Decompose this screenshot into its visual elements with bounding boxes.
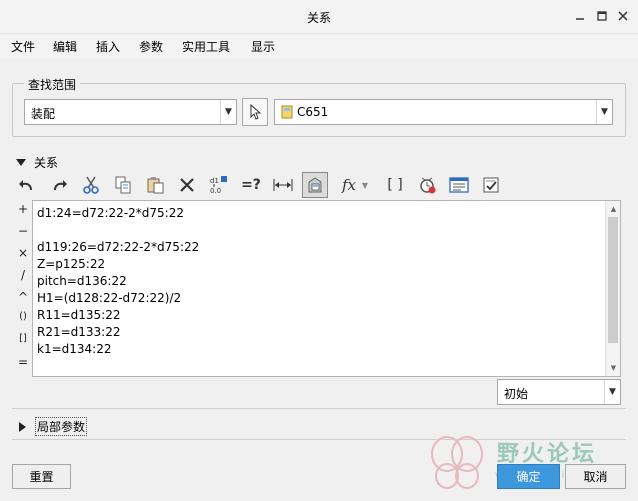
scroll-up-icon[interactable]: ▲	[606, 202, 621, 216]
expand-triangle-icon	[19, 421, 26, 432]
local-params-toggle[interactable]: 局部参数	[19, 417, 88, 436]
reset-button[interactable]: 重置	[12, 464, 71, 489]
chevron-down-icon[interactable]: ▼	[358, 172, 372, 198]
operator-equals[interactable]: =	[14, 355, 32, 369]
minimize-icon[interactable]	[573, 9, 587, 23]
operator-brackets[interactable]: []	[14, 333, 32, 344]
relation-line[interactable]: pitch=d136:22	[37, 274, 127, 288]
menu-insert[interactable]: 插入	[96, 38, 120, 55]
relations-editor[interactable]: d1:24=d72:22-2*d75:22 d119:26=d72:22-2*d…	[32, 200, 621, 377]
relation-line[interactable]: d1:24=d72:22-2*d75:22	[37, 206, 184, 220]
menu-display[interactable]: 显示	[251, 38, 275, 55]
scope-type-select[interactable]: 装配 ▼	[24, 99, 237, 125]
relations-header: 关系	[34, 156, 59, 170]
scope-legend: 查找范围	[24, 76, 81, 93]
operator-parentheses[interactable]: ()	[14, 311, 32, 322]
local-params-header: 局部参数	[35, 417, 88, 436]
butterfly-logo-icon	[431, 436, 483, 489]
select-arrow-button[interactable]	[242, 98, 268, 126]
window-title: 关系	[306, 11, 331, 25]
collapse-triangle-icon	[16, 158, 26, 166]
dimension-icon[interactable]	[270, 172, 296, 198]
scope-model-select[interactable]: C651 ▼	[274, 99, 613, 125]
relation-line[interactable]: H1=(d128:22-d72:22)/2	[37, 291, 181, 305]
check-icon[interactable]	[478, 172, 504, 198]
operator-power[interactable]: ^	[14, 290, 32, 304]
divider	[12, 439, 626, 440]
divider	[12, 408, 626, 409]
relations-section-toggle[interactable]: 关系	[16, 154, 58, 171]
verify-icon[interactable]	[414, 172, 440, 198]
show-dims-icon[interactable]	[302, 172, 328, 198]
close-icon[interactable]	[616, 9, 630, 23]
paste-icon[interactable]	[142, 172, 168, 198]
copy-icon[interactable]	[110, 172, 136, 198]
operator-plus[interactable]: +	[14, 202, 32, 216]
scope-model-value: C651	[297, 105, 329, 119]
scroll-down-icon[interactable]: ▼	[606, 361, 621, 375]
delete-icon[interactable]	[174, 172, 200, 198]
undo-icon[interactable]	[14, 172, 40, 198]
svg-text:d1: d1	[210, 177, 219, 185]
toggle-values-icon[interactable]: d1 0.0	[206, 172, 232, 198]
operator-minus[interactable]: −	[14, 224, 32, 238]
chevron-down-icon[interactable]: ▼	[596, 100, 612, 124]
relation-line[interactable]: R21=d133:22	[37, 325, 121, 339]
editor-scrollbar[interactable]: ▲ ▼	[605, 201, 620, 376]
cut-icon[interactable]	[78, 172, 104, 198]
maximize-icon[interactable]	[595, 9, 609, 23]
relation-line[interactable]: R11=d135:22	[37, 308, 121, 322]
menu-utilities[interactable]: 实用工具	[182, 38, 230, 55]
svg-text:0.0: 0.0	[210, 187, 221, 195]
scope-type-value: 装配	[31, 107, 56, 121]
sort-icon[interactable]	[446, 172, 472, 198]
relation-line[interactable]: d119:26=d72:22-2*d75:22	[37, 240, 199, 254]
brackets-icon[interactable]: [ ]	[382, 172, 408, 198]
cursor-arrow-icon	[250, 104, 262, 120]
relation-line[interactable]: k1=d134:22	[37, 342, 111, 356]
initial-select[interactable]: 初始 ▼	[497, 379, 621, 405]
redo-icon[interactable]	[46, 172, 72, 198]
chevron-down-icon[interactable]: ▼	[220, 100, 236, 124]
menu-parameters[interactable]: 参数	[139, 38, 163, 55]
relation-line[interactable]: Z=p125:22	[37, 257, 105, 271]
operator-divide[interactable]: /	[14, 268, 32, 282]
ok-button[interactable]: 确定	[497, 464, 560, 489]
scrollbar-thumb[interactable]	[608, 217, 618, 343]
menu-bar: 文件 编辑 插入 参数 实用工具 显示	[0, 34, 638, 58]
cancel-button[interactable]: 取消	[565, 464, 626, 489]
part-icon	[281, 105, 293, 122]
title-bar: 关系	[0, 0, 638, 34]
operator-multiply[interactable]: ×	[14, 246, 32, 260]
menu-file[interactable]: 文件	[11, 38, 35, 55]
menu-edit[interactable]: 编辑	[53, 38, 77, 55]
evaluate-icon[interactable]: =?	[238, 172, 264, 198]
chevron-down-icon[interactable]: ▼	[604, 380, 620, 404]
initial-value: 初始	[504, 387, 529, 401]
